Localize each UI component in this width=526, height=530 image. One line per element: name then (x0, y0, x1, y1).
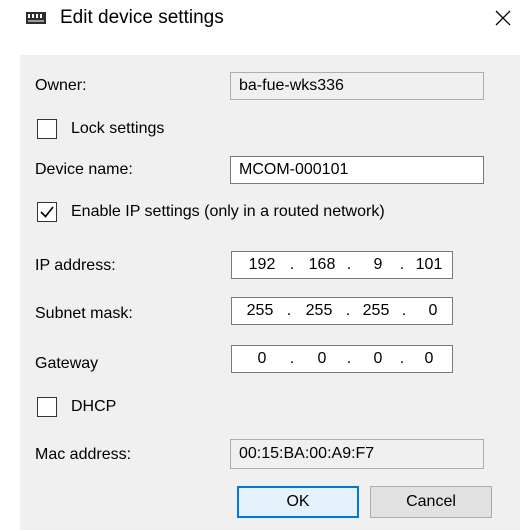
gateway-octet: 0 (373, 350, 383, 367)
checkmark-icon (40, 206, 54, 218)
device-icon (26, 12, 46, 24)
ip-dot: . (399, 256, 405, 273)
ip-octet: 192 (248, 256, 276, 273)
lock-settings-checkbox[interactable] (37, 119, 57, 139)
subnet-dot: . (286, 302, 292, 319)
ip-address-input[interactable]: 192 . 168 . 9 . 101 (231, 251, 453, 279)
subnet-octet: 255 (246, 302, 274, 319)
subnet-dot: . (345, 302, 351, 319)
enable-ip-checkbox[interactable] (37, 202, 57, 222)
close-icon (495, 10, 511, 26)
mac-address-label: Mac address: (35, 446, 132, 463)
gateway-dot: . (346, 350, 352, 367)
ip-octet: 9 (373, 256, 383, 273)
ip-dot: . (346, 256, 352, 273)
subnet-mask-input[interactable]: 255 . 255 . 255 . 0 (231, 297, 453, 325)
gateway-label: Gateway (35, 355, 99, 372)
ok-button[interactable]: OK (237, 486, 359, 518)
dialog-body: Owner: ba-fue-wks336 Lock settings Devic… (20, 55, 520, 530)
mac-address-field: 00:15:BA:00:A9:F7 (230, 439, 484, 469)
subnet-octet: 0 (428, 302, 438, 319)
subnet-dot: . (401, 302, 407, 319)
device-name-input[interactable]: MCOM-000101 (230, 156, 484, 184)
owner-label: Owner: (35, 77, 87, 94)
lock-settings-label: Lock settings (71, 120, 165, 137)
cancel-button[interactable]: Cancel (370, 486, 492, 518)
subnet-octet: 255 (305, 302, 333, 319)
device-name-label: Device name: (35, 161, 133, 178)
dhcp-label: DHCP (71, 398, 117, 415)
window-title: Edit device settings (60, 7, 224, 28)
gateway-dot: . (289, 350, 295, 367)
ip-octet: 168 (308, 256, 336, 273)
close-button[interactable] (480, 0, 526, 36)
subnet-mask-label: Subnet mask: (35, 305, 133, 322)
gateway-octet: 0 (257, 350, 267, 367)
subnet-octet: 255 (362, 302, 390, 319)
gateway-octet: 0 (424, 350, 434, 367)
ip-octet: 101 (415, 256, 443, 273)
ip-dot: . (289, 256, 295, 273)
gateway-octet: 0 (317, 350, 327, 367)
title-bar: Edit device settings (0, 0, 526, 36)
ip-address-label: IP address: (35, 257, 116, 274)
enable-ip-label: Enable IP settings (only in a routed net… (71, 203, 385, 220)
dhcp-checkbox[interactable] (37, 397, 57, 417)
gateway-input[interactable]: 0 . 0 . 0 . 0 (231, 345, 453, 373)
gateway-dot: . (399, 350, 405, 367)
owner-field: ba-fue-wks336 (230, 72, 484, 100)
